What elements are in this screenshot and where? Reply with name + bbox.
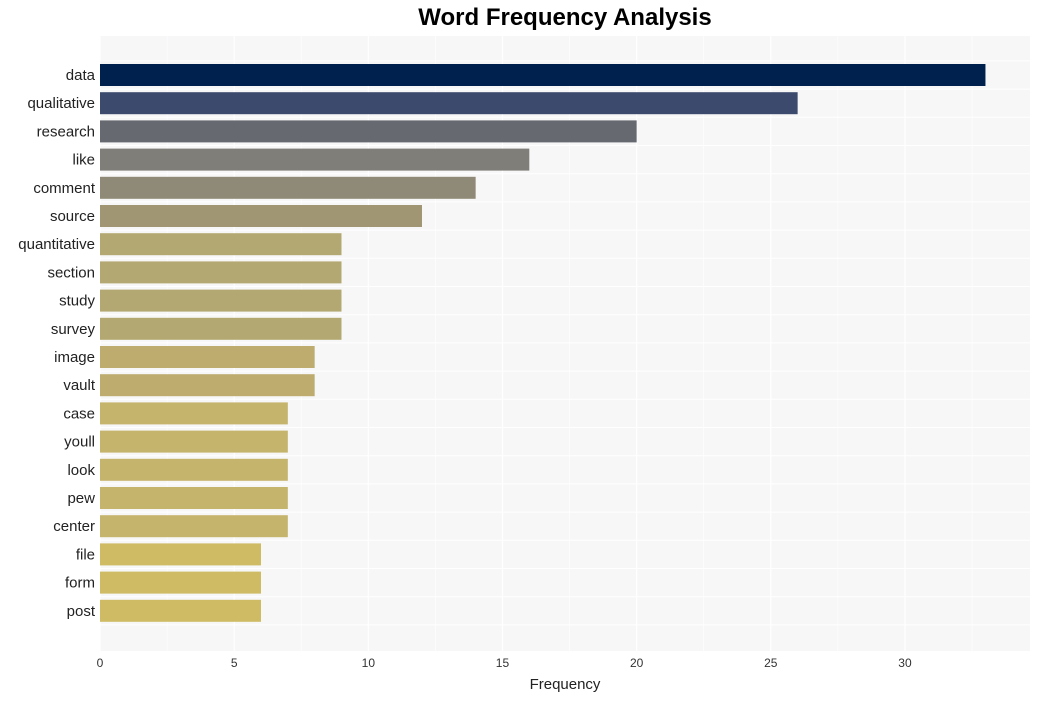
bar-survey xyxy=(100,317,342,340)
category-label: file xyxy=(76,546,95,563)
x-tick-label: 20 xyxy=(630,656,644,670)
bar-study xyxy=(100,289,342,312)
category-label: image xyxy=(54,349,95,366)
x-tick-labels: 0 5 10 15 20 25 30 xyxy=(97,656,912,670)
bar-center xyxy=(100,515,288,538)
category-label: source xyxy=(50,208,95,225)
category-label: survey xyxy=(51,321,96,338)
x-tick-label: 30 xyxy=(898,656,912,670)
bar-form xyxy=(100,571,261,594)
x-tick-label: 25 xyxy=(764,656,778,670)
category-label: quantitative xyxy=(18,236,95,253)
category-labels: data qualitative research like comment source… xyxy=(18,67,96,620)
bar-case xyxy=(100,402,288,425)
category-label: section xyxy=(47,264,95,281)
category-label: research xyxy=(37,123,95,140)
bar-like xyxy=(100,148,530,171)
bar-source xyxy=(100,205,422,227)
bar-pew xyxy=(100,487,288,509)
category-label: form xyxy=(65,575,95,592)
x-tick-label: 15 xyxy=(496,656,510,670)
category-label: center xyxy=(53,518,95,535)
category-label: vault xyxy=(63,377,96,394)
category-label: youll xyxy=(64,434,95,451)
x-axis-title: Frequency xyxy=(530,676,601,693)
category-label: comment xyxy=(33,180,96,197)
x-tick-label: 5 xyxy=(231,656,238,670)
bar-section xyxy=(100,261,342,284)
category-label: qualitative xyxy=(27,95,95,112)
bar-image xyxy=(100,346,315,368)
category-label: look xyxy=(67,462,95,479)
bar-file xyxy=(100,543,261,566)
category-label: case xyxy=(63,405,95,422)
x-tick-label: 10 xyxy=(362,656,376,670)
bar-qualitative xyxy=(100,92,798,115)
bar-youll xyxy=(100,430,288,453)
category-label: data xyxy=(66,67,96,84)
bar-vault xyxy=(100,374,315,397)
category-label: post xyxy=(67,603,96,620)
category-label: pew xyxy=(67,490,95,507)
x-tick-label: 0 xyxy=(97,656,104,670)
bar-comment xyxy=(100,176,476,199)
bar-data xyxy=(100,64,986,86)
bar-chart: data qualitative research like comment source… xyxy=(18,36,1030,693)
bar-research xyxy=(100,120,637,143)
category-label: like xyxy=(72,152,95,169)
bar-post xyxy=(100,599,261,622)
bar-quantitative xyxy=(100,233,342,256)
category-label: study xyxy=(59,293,95,310)
bar-look xyxy=(100,458,288,481)
